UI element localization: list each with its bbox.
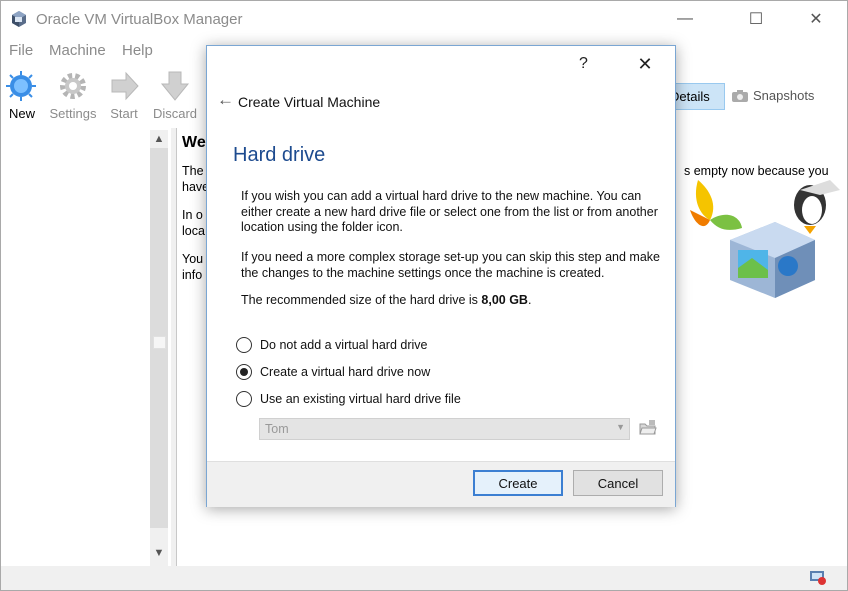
discard-icon [160,71,190,101]
settings-button[interactable]: Settings [47,66,99,124]
radio-circle[interactable] [236,337,252,353]
settings-label: Settings [49,106,97,121]
existing-disk-value: Tom [265,422,289,436]
create-vm-dialog: ? ✕ ← Create Virtual Machine Hard drive … [206,45,676,507]
scroll-track[interactable] [150,148,168,528]
discard-button[interactable]: Discard [149,66,201,124]
welcome-line: You [182,252,204,266]
dialog-title: Create Virtual Machine [238,94,381,110]
snapshots-icon [732,89,748,102]
radio-no-disk[interactable]: Do not add a virtual hard drive [236,336,427,354]
recommended-size-value: 8,00 GB [481,293,528,307]
minimize-button[interactable]: — [662,1,708,37]
welcome-line: The [182,164,204,178]
scroll-up-icon[interactable]: ▲ [150,130,168,148]
folder-icon[interactable] [639,419,657,437]
snapshots-tab[interactable]: Snapshots [732,83,814,108]
pane-splitter[interactable] [171,128,177,566]
menu-machine[interactable]: Machine [49,42,106,59]
radio-label: Create a virtual hard drive now [260,365,431,379]
welcome-line: loca [182,224,205,238]
status-bar [1,566,847,590]
start-label: Start [110,106,138,121]
cancel-button[interactable]: Cancel [573,470,663,496]
maximize-button[interactable]: ☐ [733,1,779,37]
welcome-heading: We [182,134,206,151]
scroll-down-icon[interactable]: ▼ [150,544,168,562]
radio-create-disk[interactable]: Create a virtual hard drive now [236,363,430,381]
description-paragraph: If you wish you can add a virtual hard d… [241,189,658,234]
snapshots-label: Snapshots [753,88,815,103]
recommended-prefix: The recommended size of the hard drive i… [241,293,482,307]
virtualbox-app-icon [12,11,26,27]
welcome-right-text: s empty now because you [684,164,829,178]
chevron-down-icon: ▼ [616,422,625,432]
new-icon [6,71,36,101]
radio-label: Do not add a virtual hard drive [260,338,428,352]
start-button[interactable]: Start [98,66,150,124]
back-arrow-icon[interactable]: ← [217,90,234,110]
existing-disk-select[interactable]: Tom ▼ [259,418,630,440]
vm-list[interactable] [1,128,172,566]
scroll-thumb[interactable] [153,336,166,349]
menu-help[interactable]: Help [122,42,153,59]
dialog-close-button[interactable]: ✕ [627,52,663,76]
help-button[interactable]: ? [579,55,588,73]
dialog-footer: Create Cancel [207,461,675,507]
vm-list-scrollbar[interactable]: ▲ ▼ [150,130,168,566]
welcome-line: info [182,268,203,282]
recommended-suffix: . [527,293,532,307]
create-button[interactable]: Create [473,470,563,496]
recommended-size-text: The recommended size of the hard drive i… [241,293,661,309]
radio-circle-selected[interactable] [236,364,252,380]
page-heading: Hard drive [233,144,326,166]
settings-icon [60,73,86,99]
close-button[interactable]: ✕ [793,1,839,37]
new-label: New [8,106,35,121]
new-button[interactable]: New [1,66,43,124]
start-icon [111,71,139,101]
radio-circle[interactable] [236,391,252,407]
discard-label: Discard [152,106,198,121]
title-bar: Oracle VM VirtualBox Manager — ☐ ✕ [1,1,847,37]
storage-paragraph: If you need a more complex storage set-u… [241,250,660,280]
welcome-line: In o [182,208,203,222]
window-title: Oracle VM VirtualBox Manager [36,11,243,28]
virtualbox-welcome-illustration-icon [690,180,840,298]
network-status-icon [810,571,826,585]
radio-existing-disk[interactable]: Use an existing virtual hard drive file [236,390,461,408]
radio-label: Use an existing virtual hard drive file [260,392,461,406]
menu-file[interactable]: File [9,42,33,59]
